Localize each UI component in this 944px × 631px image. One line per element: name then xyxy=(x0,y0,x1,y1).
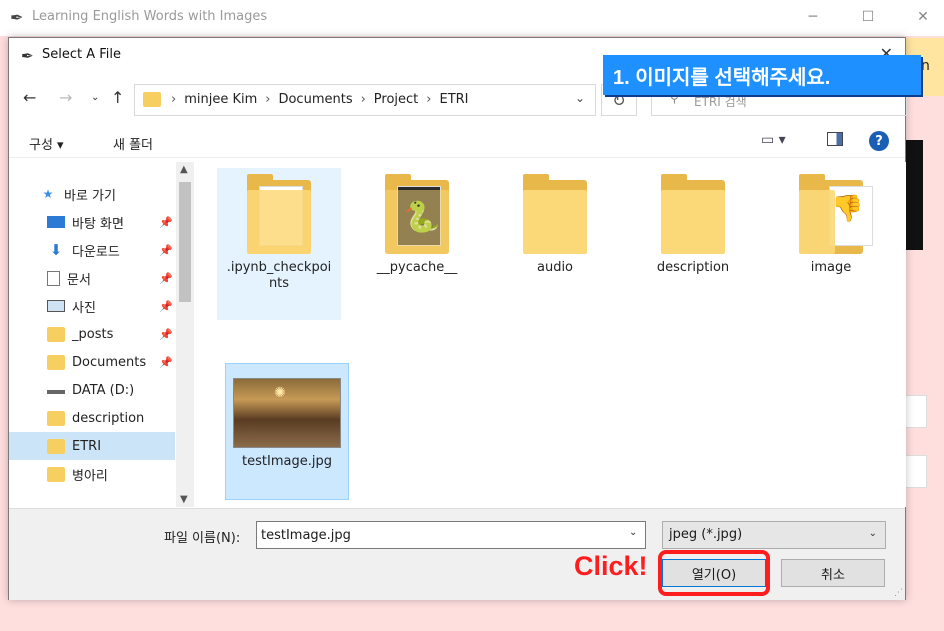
scroll-up-icon[interactable]: ▲ xyxy=(180,164,188,175)
dialog-footer: 파일 이름(N): testImage.jpg ⌄ jpeg (*.jpg) ⌄… xyxy=(9,508,905,600)
sidebar-item-posts[interactable]: _posts 📌 xyxy=(9,320,175,348)
view-options-icon[interactable]: ▭ ▾ xyxy=(761,132,786,148)
preview-pane-icon[interactable] xyxy=(827,132,843,146)
breadcrumb-item[interactable]: Documents xyxy=(278,92,352,107)
sidebar-item-documents-folder[interactable]: Documents 📌 xyxy=(9,348,175,376)
sidebar-scrollbar[interactable]: ▲ ▼ xyxy=(176,162,194,507)
chevron-down-icon: ⌄ xyxy=(868,528,877,539)
sidebar-item-data-drive[interactable]: DATA (D:) xyxy=(9,376,175,404)
star-icon: ★ xyxy=(42,187,54,201)
minimize-button[interactable]: ─ xyxy=(790,4,836,30)
image-thumbnail: ✺ xyxy=(233,378,341,448)
folder-icon xyxy=(47,410,65,426)
pin-icon: 📌 xyxy=(159,271,173,285)
app-titlebar: ✒ Learning English Words with Images ─ ☐… xyxy=(0,0,944,36)
filename-input[interactable]: testImage.jpg xyxy=(256,521,646,549)
folder-icon xyxy=(247,174,311,254)
organize-button[interactable]: 구성 ▾ xyxy=(29,134,64,153)
file-item-testimage[interactable]: ✺ testImage.jpg xyxy=(225,363,349,500)
desktop-icon xyxy=(47,216,65,228)
sidebar-item-chick[interactable]: 병아리 xyxy=(9,460,175,488)
drive-icon xyxy=(47,386,65,394)
click-highlight-box xyxy=(658,550,770,596)
pin-icon: 📌 xyxy=(159,215,173,229)
breadcrumb-item[interactable]: ETRI xyxy=(439,92,468,107)
filename-label: 파일 이름(N): xyxy=(164,531,241,546)
folder-icon xyxy=(143,92,161,107)
sidebar-item-quick-access[interactable]: ★ 바로 가기 xyxy=(9,180,175,208)
recent-dropdown-icon[interactable]: ⌄ xyxy=(91,92,99,103)
document-icon xyxy=(47,270,60,286)
file-item-pycache[interactable]: 🐍 __pycache__ xyxy=(355,168,479,298)
folder-icon xyxy=(661,174,725,254)
app-textbox-1 xyxy=(905,395,927,428)
chevron-down-icon[interactable]: ⌄ xyxy=(575,91,585,105)
help-icon[interactable]: ? xyxy=(869,131,889,151)
sidebar-item-desktop[interactable]: 바탕 화면 📌 xyxy=(9,208,175,236)
app-textbox-2 xyxy=(905,455,927,488)
app-title: Learning English Words with Images xyxy=(32,9,268,24)
dialog-title: Select A File xyxy=(42,47,122,62)
folder-icon xyxy=(47,326,65,342)
pin-icon: 📌 xyxy=(159,243,173,257)
resize-grip-icon[interactable]: ⋰ xyxy=(894,588,903,598)
file-item-ipynb-checkpoints[interactable]: .ipynb_checkpoi nts xyxy=(217,168,341,320)
folder-icon xyxy=(523,174,587,254)
pin-icon: 📌 xyxy=(159,355,173,369)
new-folder-button[interactable]: 새 폴더 xyxy=(113,134,153,153)
file-item-audio[interactable]: audio xyxy=(493,168,617,298)
maximize-button[interactable]: ☐ xyxy=(845,4,891,30)
file-list: .ipynb_checkpoi nts 🐍 __pycache__ audio d… xyxy=(201,162,906,507)
pin-icon: 📌 xyxy=(159,299,173,313)
back-arrow-icon[interactable]: ← xyxy=(23,88,36,107)
folder-icon xyxy=(47,466,65,482)
folder-icon xyxy=(47,438,65,454)
sidebar-item-description[interactable]: description xyxy=(9,404,175,432)
file-dialog: ✒ Select A File ✕ ← → ⌄ ↑ › minjee Kim ›… xyxy=(8,37,907,600)
feather-icon: ✒ xyxy=(10,8,24,27)
click-callout: Click! xyxy=(574,551,648,581)
breadcrumb: › minjee Kim › Documents › Project › ETR… xyxy=(171,92,469,107)
file-item-description[interactable]: description xyxy=(631,168,755,298)
sidebar-item-pictures[interactable]: 사진 📌 xyxy=(9,292,175,320)
app-image-frame xyxy=(905,140,923,250)
pin-icon: 📌 xyxy=(159,327,173,341)
chevron-down-icon[interactable]: ⌄ xyxy=(629,527,637,538)
up-arrow-icon[interactable]: ↑ xyxy=(111,88,124,107)
instruction-banner: 1. 이미지를 선택해주세요. xyxy=(603,55,921,95)
sidebar-item-etri[interactable]: ETRI xyxy=(9,432,175,460)
filetype-select[interactable]: jpeg (*.jpg) ⌄ xyxy=(662,521,886,549)
sidebar-item-documents[interactable]: 문서 📌 xyxy=(9,264,175,292)
scroll-down-icon[interactable]: ▼ xyxy=(180,494,188,505)
download-icon: ⬇ xyxy=(49,241,63,259)
feather-icon: ✒ xyxy=(21,47,34,65)
address-bar[interactable]: › minjee Kim › Documents › Project › ETR… xyxy=(134,84,596,116)
forward-arrow-icon[interactable]: → xyxy=(59,88,72,107)
breadcrumb-item[interactable]: Project xyxy=(374,92,418,107)
picture-icon xyxy=(47,300,65,312)
scroll-thumb[interactable] xyxy=(179,182,191,302)
folder-icon xyxy=(47,354,65,370)
close-button[interactable]: ✕ xyxy=(900,4,944,30)
image-folder-icon: 👎 xyxy=(799,174,873,254)
navigation-pane: ★ 바로 가기 바탕 화면 📌 ⬇ 다운로드 📌 문서 📌 사진 📌 _post… xyxy=(9,162,195,507)
python-folder-icon: 🐍 xyxy=(385,174,449,254)
dialog-toolbar: 구성 ▾ 새 폴더 ▭ ▾ ? xyxy=(9,126,905,158)
cancel-button[interactable]: 취소 xyxy=(781,559,885,587)
sidebar-item-downloads[interactable]: ⬇ 다운로드 📌 xyxy=(9,236,175,264)
file-item-image[interactable]: 👎 image xyxy=(769,168,893,298)
breadcrumb-item[interactable]: minjee Kim xyxy=(184,92,257,107)
